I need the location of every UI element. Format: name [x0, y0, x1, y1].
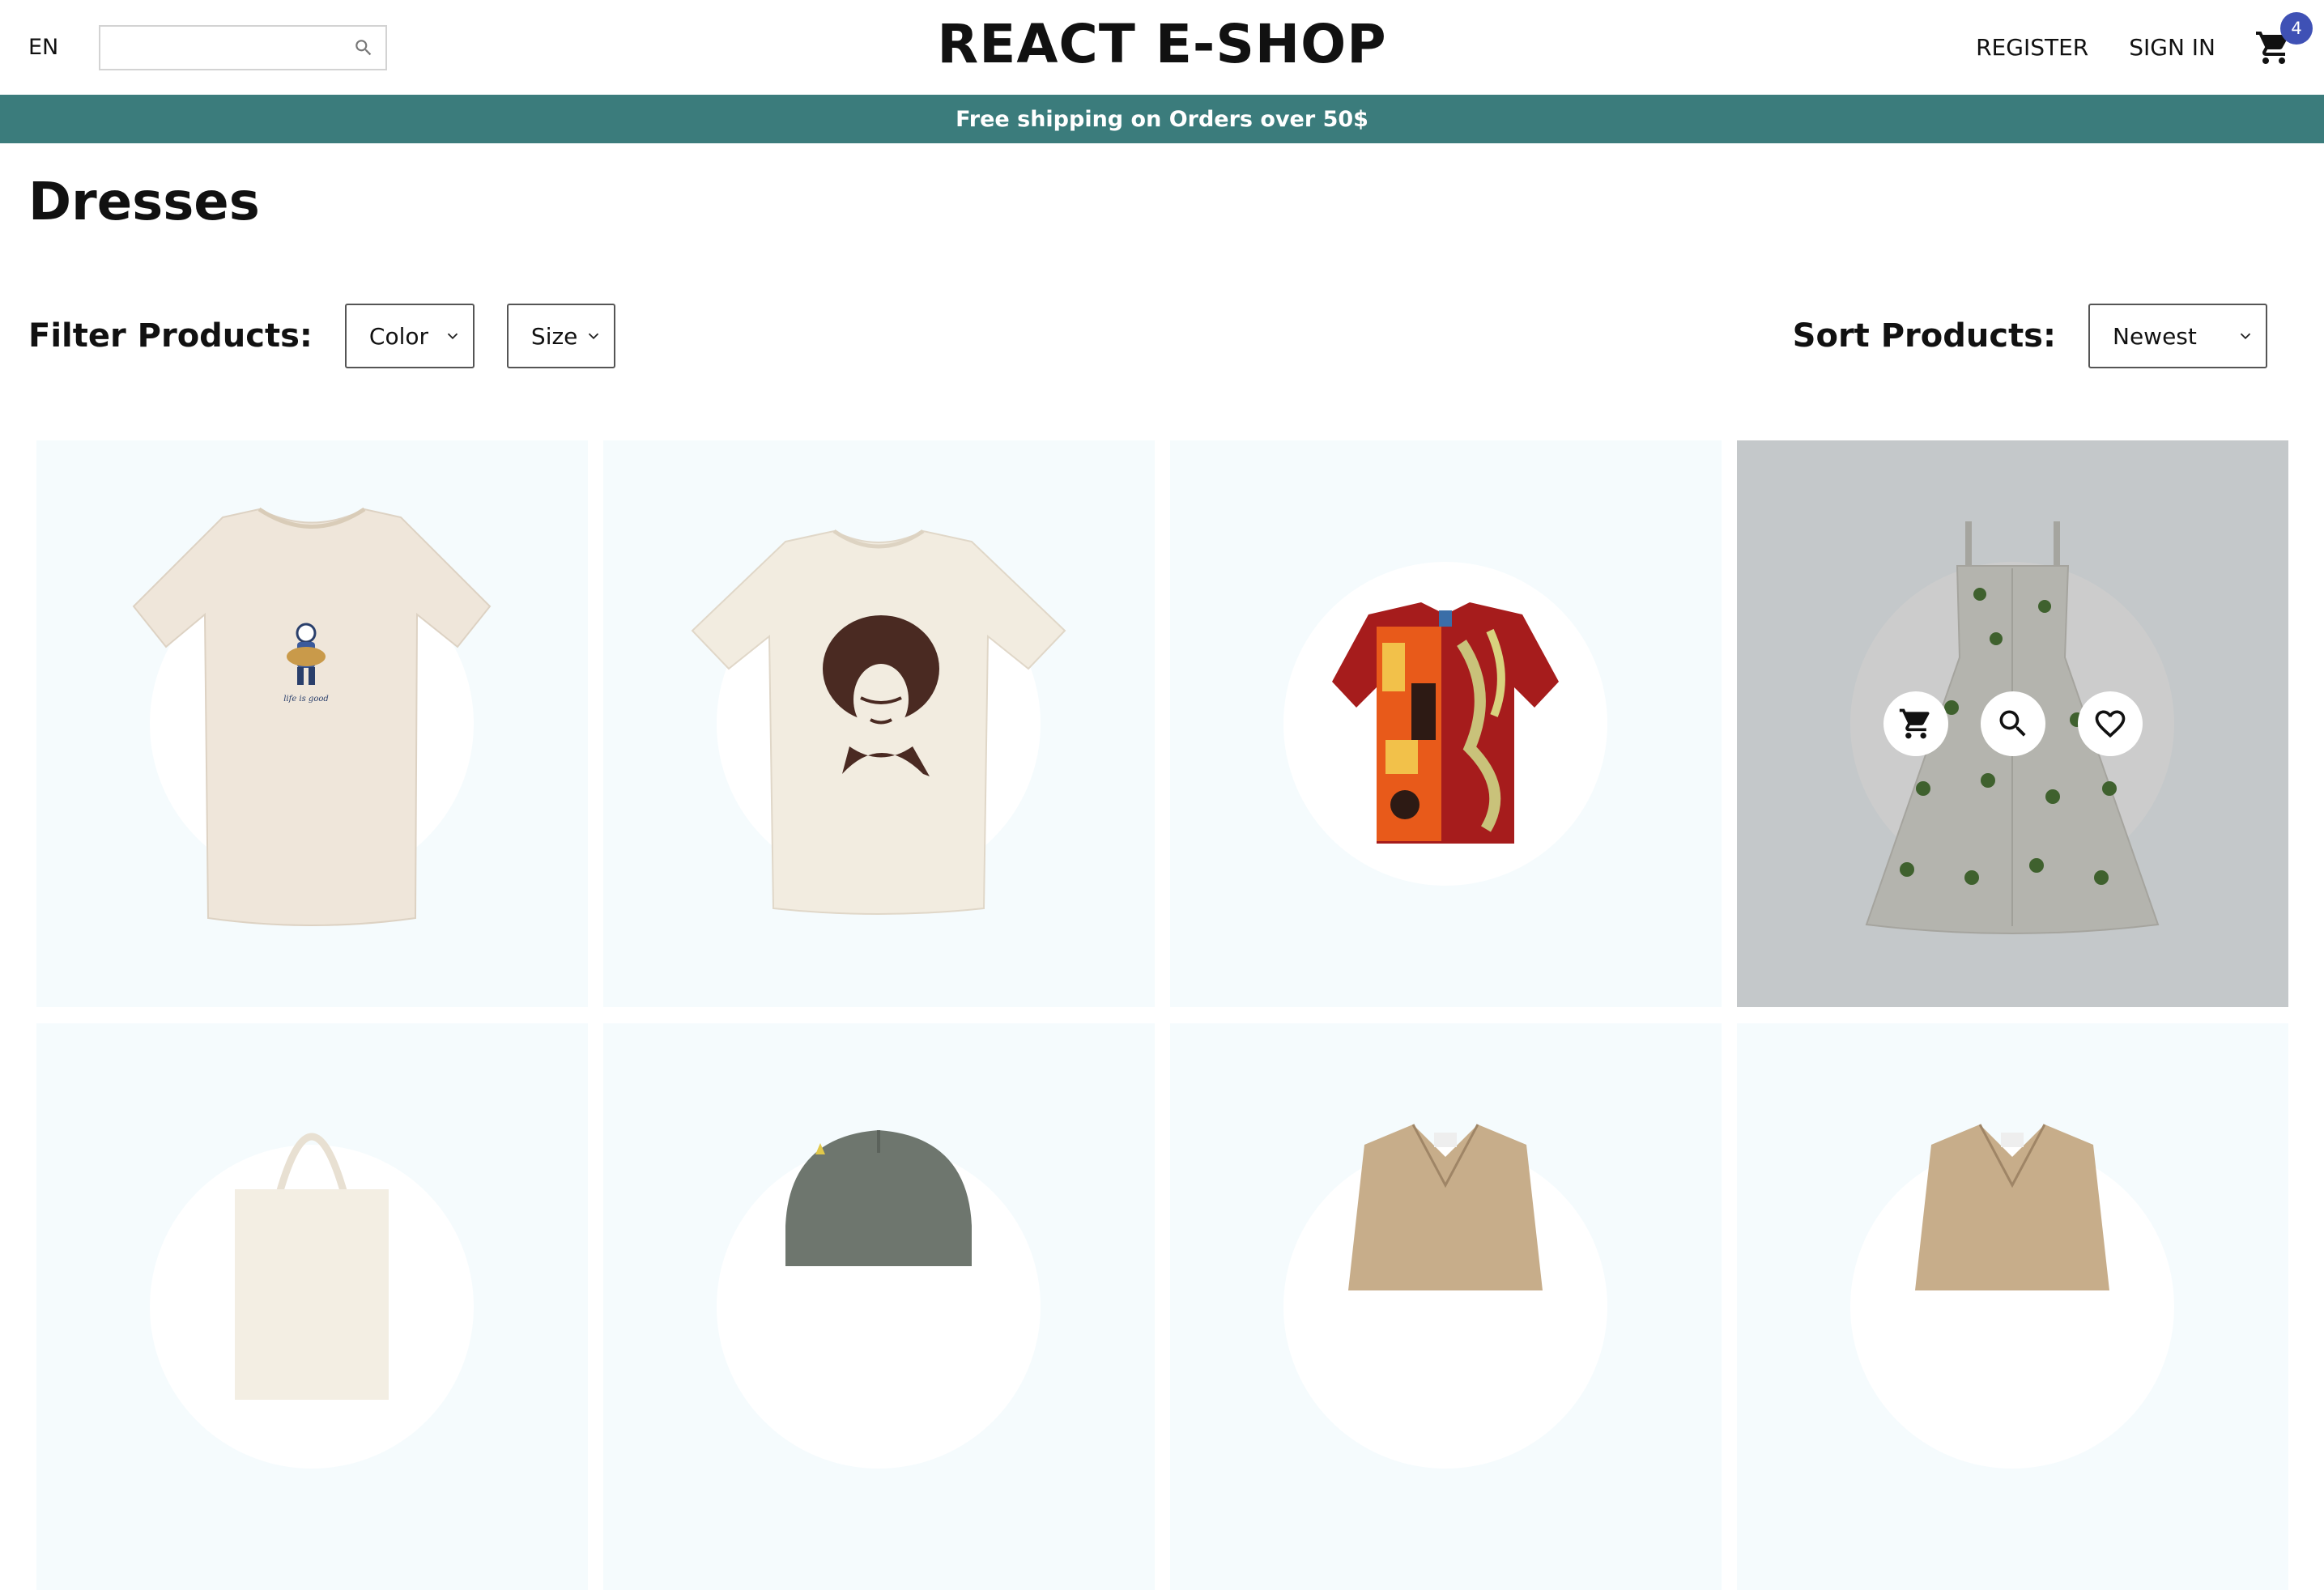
- site-logo[interactable]: REACT E-SHOP: [937, 13, 1386, 75]
- product-card[interactable]: [1737, 1023, 2288, 1590]
- navbar-left: EN: [0, 24, 388, 70]
- sort-select[interactable]: Newest: [2088, 304, 2267, 368]
- svg-text:life is good: life is good: [283, 695, 329, 704]
- sort-group: Sort Products: Newest: [1793, 304, 2267, 368]
- sign-in-link[interactable]: SIGN IN: [2129, 34, 2215, 61]
- product-card[interactable]: [1170, 440, 1722, 1007]
- add-to-cart-button[interactable]: [1883, 691, 1948, 756]
- size-select[interactable]: Size: [506, 304, 615, 368]
- filter-group: Filter Products: Color Size: [28, 304, 615, 368]
- register-link[interactable]: REGISTER: [1976, 34, 2088, 61]
- product-card[interactable]: [603, 440, 1155, 1007]
- cart-button[interactable]: 4: [2254, 11, 2313, 67]
- product-image: [1348, 1124, 1543, 1290]
- chevron-down-icon: [447, 333, 458, 340]
- color-select-value: Color: [368, 322, 429, 350]
- product-image: [1915, 1124, 2109, 1290]
- sort-select-value: Newest: [2113, 322, 2197, 350]
- product-image: [1332, 602, 1559, 844]
- shopping-cart-icon: [1899, 708, 1930, 739]
- search-icon: [1999, 710, 2026, 737]
- page-title: Dresses: [28, 172, 260, 232]
- product-card[interactable]: [36, 1023, 588, 1590]
- product-image: [691, 529, 1066, 915]
- navbar: EN REACT E-SHOP REGISTER SIGN IN 4: [0, 0, 2324, 95]
- search-input[interactable]: [99, 24, 388, 70]
- chevron-down-icon: [2240, 333, 2251, 340]
- product-card[interactable]: [603, 1023, 1155, 1590]
- size-select-value: Size: [530, 322, 578, 350]
- navbar-right: REGISTER SIGN IN 4: [1935, 11, 2324, 67]
- language-selector[interactable]: EN: [28, 35, 58, 60]
- product-card[interactable]: [1737, 440, 2288, 1007]
- view-product-button[interactable]: [1980, 691, 2045, 756]
- product-image: life is good: [132, 507, 492, 926]
- product-image: [785, 1130, 972, 1266]
- cart-badge: 4: [2280, 11, 2313, 45]
- filter-bar: Filter Products: Color Size Sort Product…: [28, 304, 2267, 368]
- chevron-down-icon: [588, 333, 599, 340]
- announcement-bar: Free shipping on Orders over 50$: [0, 95, 2324, 143]
- search-icon: [355, 39, 372, 55]
- heart-icon: [2095, 710, 2125, 738]
- color-select[interactable]: Color: [344, 304, 475, 368]
- product-card[interactable]: life is good: [36, 440, 588, 1007]
- product-actions: [1737, 440, 2288, 1007]
- product-image: [235, 1133, 389, 1400]
- sort-label: Sort Products:: [1792, 317, 2056, 355]
- filter-label: Filter Products:: [28, 317, 313, 355]
- add-to-wishlist-button[interactable]: [2077, 691, 2143, 756]
- product-card[interactable]: [1170, 1023, 1722, 1590]
